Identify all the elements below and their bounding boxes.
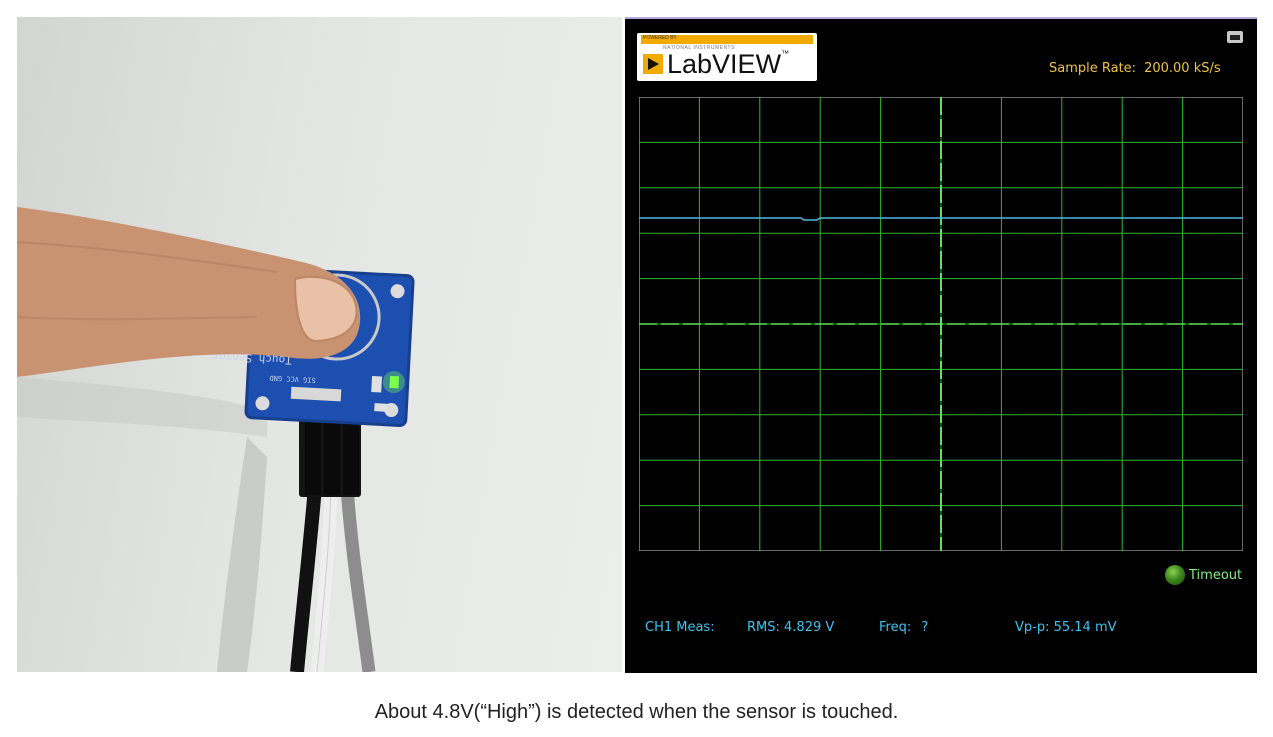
freq-value: ? bbox=[921, 620, 929, 635]
sample-rate: Sample Rate: 200.00 kS/s bbox=[1049, 61, 1221, 76]
sensor-photo: Touch Sensor SIG VCC GND bbox=[17, 17, 622, 672]
freq-label: Freq: bbox=[879, 620, 912, 635]
oscilloscope-panel: POWERED BY NATIONAL INSTRUMENTS LabVIEW™… bbox=[625, 17, 1257, 673]
logo-brand: LabVIEW™ bbox=[667, 49, 790, 79]
sample-rate-value: 200.00 kS/s bbox=[1144, 61, 1221, 76]
vpp-measurement: Vp-p: 55.14 mV bbox=[1015, 620, 1117, 635]
labview-mark-icon bbox=[643, 54, 663, 74]
timeout-indicator: Timeout bbox=[1165, 565, 1242, 585]
rms-value: 4.829 V bbox=[784, 620, 835, 635]
labview-logo: POWERED BY NATIONAL INSTRUMENTS LabVIEW™ bbox=[637, 33, 817, 81]
timeout-label: Timeout bbox=[1189, 567, 1243, 583]
vpp-value: 55.14 mV bbox=[1053, 620, 1117, 635]
waveform-plot bbox=[639, 97, 1243, 551]
rms-measurement: RMS: 4.829 V bbox=[747, 620, 834, 635]
sample-rate-label: Sample Rate: bbox=[1049, 61, 1137, 76]
channel-meas-label: CH1 Meas: bbox=[645, 620, 715, 635]
photo-illustration: Touch Sensor SIG VCC GND bbox=[17, 207, 415, 672]
caption: About 4.8V(“High”) is detected when the … bbox=[374, 701, 899, 723]
vpp-label: Vp-p: bbox=[1015, 620, 1050, 635]
window-border bbox=[625, 17, 1257, 19]
logo-powered-by: POWERED BY bbox=[643, 35, 677, 41]
timeout-led-icon bbox=[1165, 565, 1185, 585]
freq-measurement: Freq: ? bbox=[879, 620, 928, 635]
window-restore-icon[interactable] bbox=[1227, 31, 1243, 43]
rms-label: RMS: bbox=[747, 620, 780, 635]
